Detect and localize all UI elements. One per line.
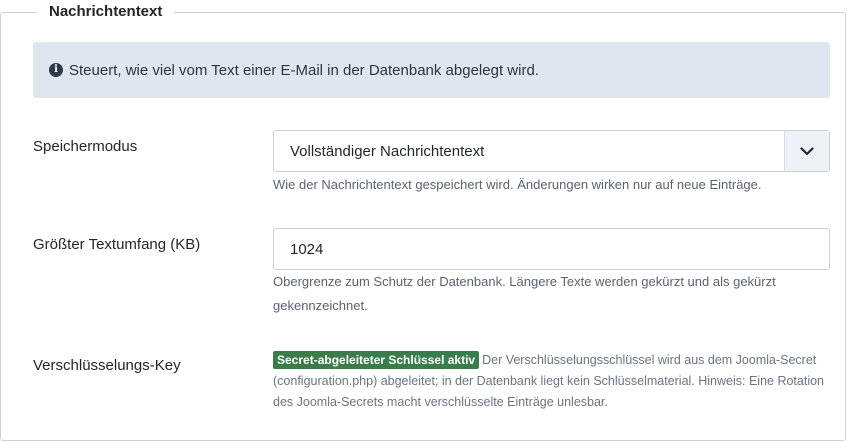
storage-mode-help: Wie der Nachrichtentext gespeichert wird… [273, 177, 762, 192]
fieldset-legend: Nachrichtentext [37, 3, 175, 21]
info-alert-text: Steuert, wie viel vom Text einer E-Mail … [69, 61, 539, 79]
encryption-key-info: Secret-abgeleiteter Schlüssel aktiv Der V… [273, 350, 830, 413]
storage-mode-selected-value: Vollständiger Nachrichtentext [290, 142, 485, 160]
max-size-label: Größter Textumfang (KB) [33, 236, 201, 253]
max-size-input[interactable] [273, 228, 830, 270]
max-size-help: Obergrenze zum Schutz der Datenbank. Län… [273, 274, 776, 313]
storage-mode-label: Speichermodus [33, 138, 138, 155]
chevron-down-icon[interactable] [784, 131, 829, 171]
encryption-status-badge: Secret-abgeleiteter Schlüssel aktiv [273, 351, 480, 369]
storage-mode-select[interactable]: Vollständiger Nachrichtentext [273, 130, 830, 172]
encryption-key-label: Verschlüsselungs-Key [33, 357, 181, 374]
info-alert: i Steuert, wie viel vom Text einer E-Mai… [33, 42, 830, 98]
info-circle-icon: i [49, 63, 63, 77]
